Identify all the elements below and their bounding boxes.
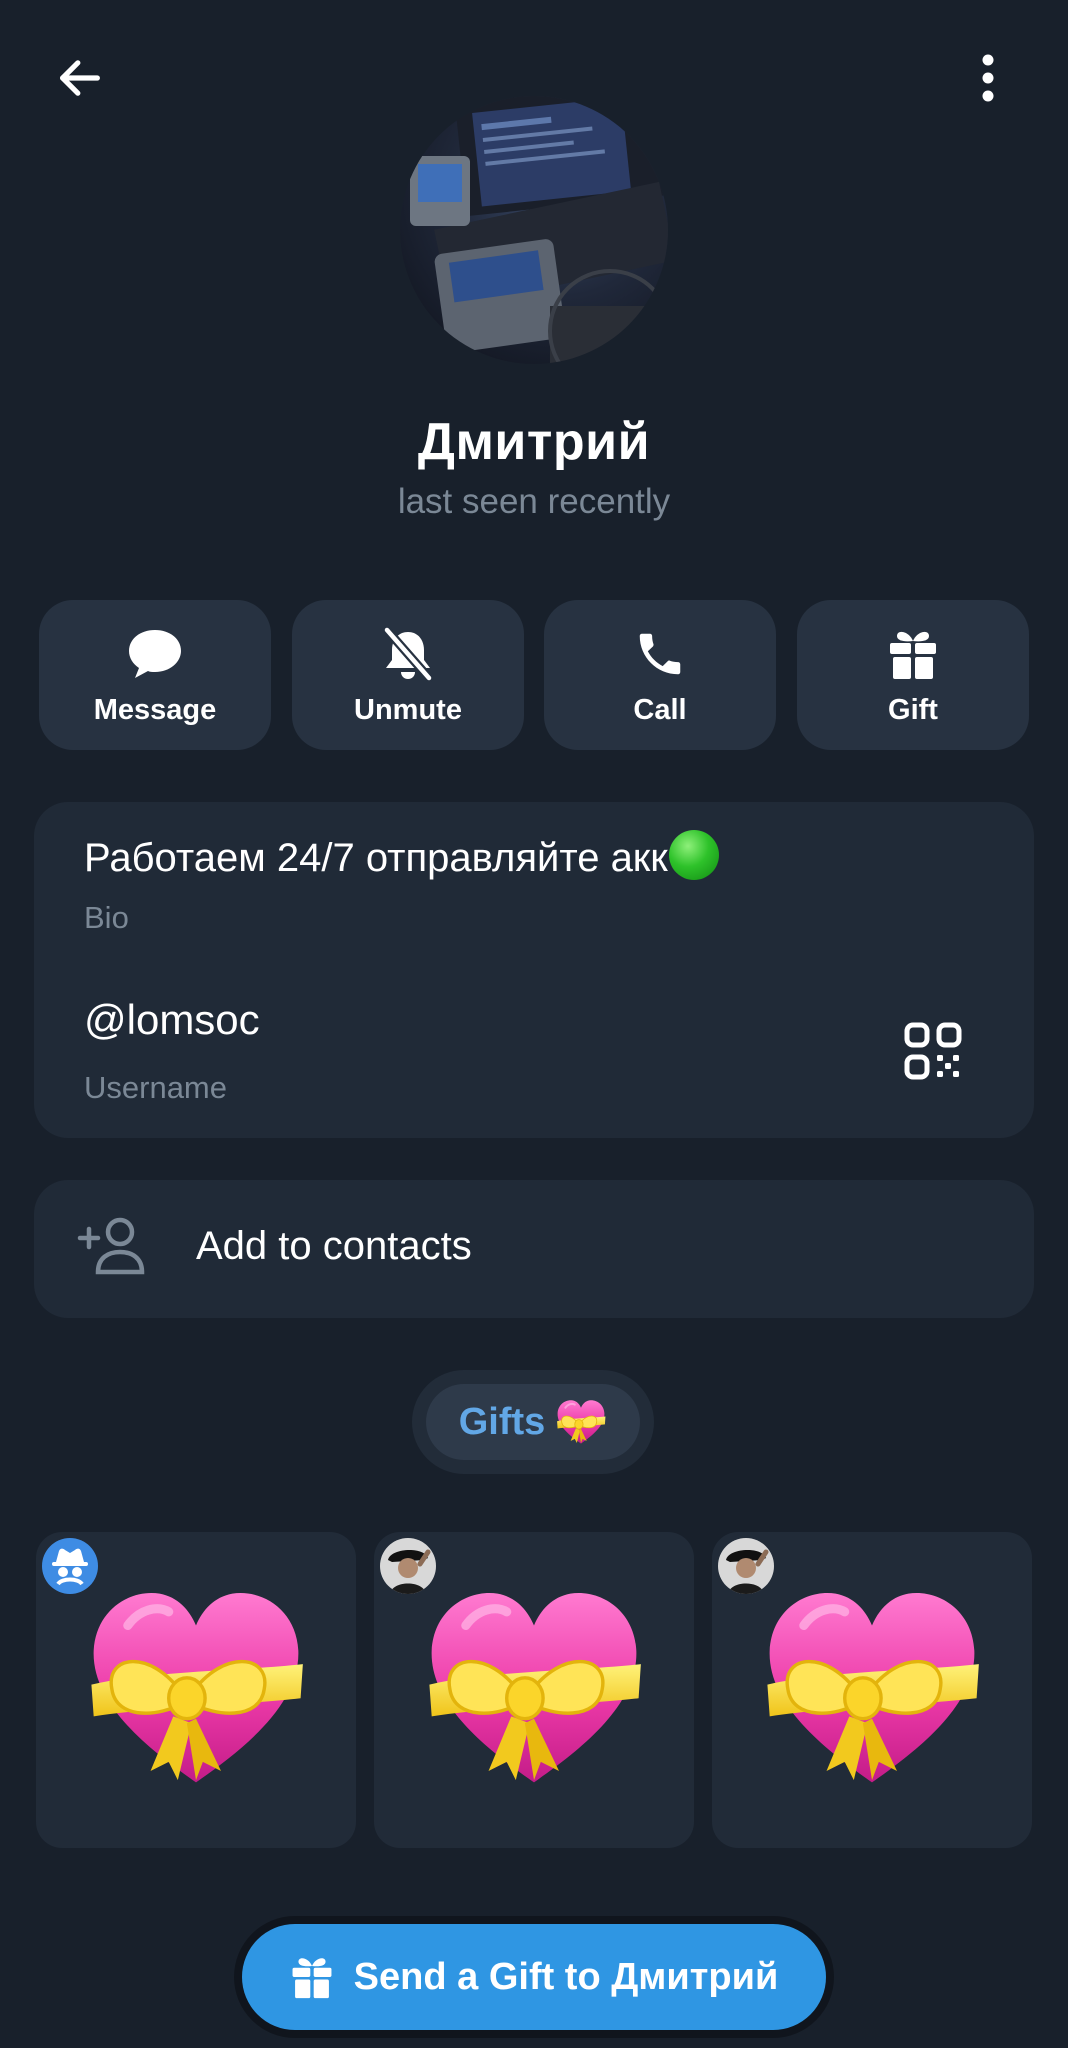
gifts-header: Gifts [412,1370,654,1474]
gift-card[interactable] [374,1532,694,1848]
add-to-contacts-row[interactable]: Add to contacts [34,1180,1034,1318]
bio-label: Bio [84,900,129,935]
more-vertical-icon [982,54,994,102]
gifts-label: Gifts [458,1400,546,1443]
gift-button-label: Gift [888,693,938,726]
back-button[interactable] [40,38,120,118]
gifts-tab[interactable]: Gifts [426,1384,640,1460]
info-card: Работаем 24/7 отправляйте акк Bio @lomso… [34,802,1034,1138]
qr-code-icon [904,1022,962,1080]
message-button[interactable]: Message [39,600,271,750]
send-gift-button[interactable]: Send a Gift to Дмитрий [242,1924,826,2030]
unmute-button[interactable]: Unmute [292,600,524,750]
gift-card[interactable] [36,1532,356,1848]
message-button-label: Message [93,693,217,726]
call-button[interactable]: Call [544,600,776,750]
phone-icon [639,633,681,674]
username-value[interactable]: @lomsoc [84,996,260,1044]
gift-button[interactable]: Gift [797,600,1029,750]
call-button-label: Call [633,693,687,726]
send-gift-label: Send a Gift to Дмитрий [353,1955,779,1998]
add-to-contacts-label: Add to contacts [196,1224,472,1268]
green-circle-emoji [668,830,719,880]
heart-ribbon-gift [82,1580,310,1796]
profile-avatar[interactable] [400,96,668,364]
message-bubble-icon [129,629,181,678]
heart-ribbon-gift [420,1580,648,1796]
profile-name: Дмитрий [417,413,651,471]
heart-ribbon-gift [758,1580,986,1796]
profile-status: last seen recently [397,482,671,521]
add-person-icon [77,1217,145,1275]
bio-row[interactable]: Работаем 24/7 отправляйте акк [84,830,719,881]
more-options-button[interactable] [948,38,1028,118]
send-gift-container: Send a Gift to Дмитрий [234,1916,834,2038]
unmute-button-label: Unmute [354,693,462,726]
avatar-photo [410,96,668,364]
username-label: Username [84,1070,227,1105]
gift-icon [890,631,936,679]
bell-off-icon [382,625,434,682]
bio-text: Работаем 24/7 отправляйте акк [84,836,668,880]
gift-icon [292,1958,332,1999]
arrow-left-icon [60,60,100,96]
heart-ribbon-icon [556,1399,607,1445]
gift-card[interactable] [712,1532,1032,1848]
qr-code-button[interactable] [904,1022,974,1092]
